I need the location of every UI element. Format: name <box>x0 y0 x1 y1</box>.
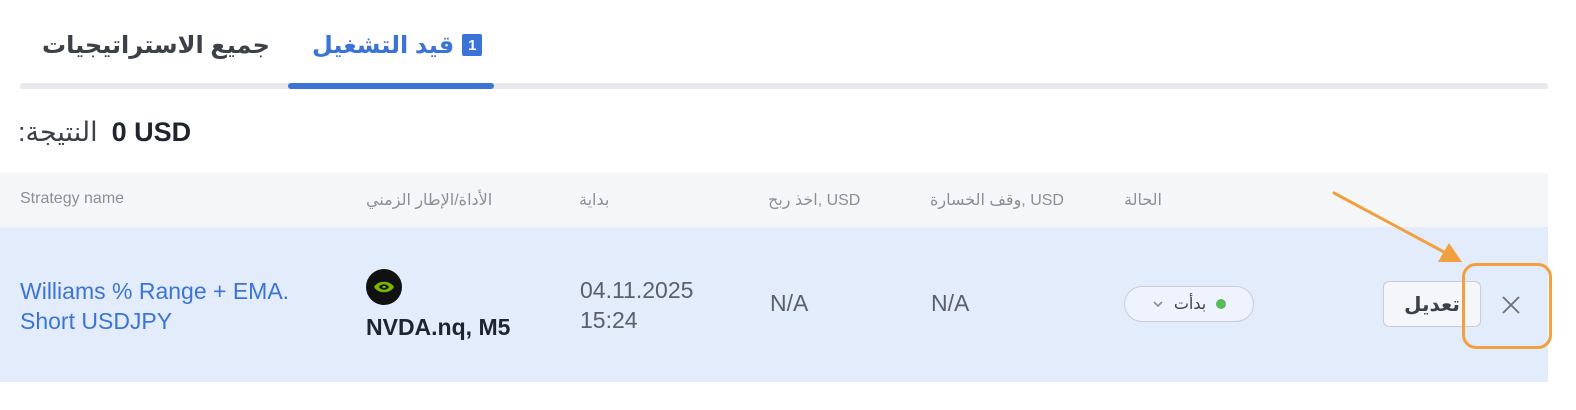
tab-all-strategies[interactable]: جميع الاستراتيجيات <box>42 22 270 68</box>
start-time: 15:24 <box>580 307 638 333</box>
instrument-timeframe: NVDA.nq, M5 <box>366 314 511 340</box>
instrument-cell: NVDA.nq, M5 <box>366 269 510 341</box>
active-tab-indicator <box>288 83 494 89</box>
strategy-name-link[interactable]: Williams % Range + EMA. Short USDJPY <box>20 276 320 336</box>
header-start: بداية <box>579 192 610 209</box>
strategy-tabs: جميع الاستراتيجيات قيد التشغيل 1 <box>20 0 1548 90</box>
status-label: بدأت <box>1173 296 1207 313</box>
chevron-down-icon <box>1153 301 1163 308</box>
result-label: النتيجة: <box>18 116 98 147</box>
stop-loss-value: N/A <box>931 290 970 316</box>
status-dot-icon <box>1216 299 1227 309</box>
header-instrument: الأداة/الإطار الزمني <box>366 192 493 209</box>
header-take-profit: اخذ ربح, USD <box>768 192 861 209</box>
table-row: Williams % Range + EMA. Short USDJPY NVD… <box>0 227 1548 382</box>
tabs-rail <box>20 83 1548 89</box>
result-summary: النتيجة: 0 USD <box>18 112 191 152</box>
header-status: الحالة <box>1124 192 1162 209</box>
table-header: Strategy name الأداة/الإطار الزمني بداية… <box>0 173 1548 227</box>
tab-all-strategies-label: جميع الاستراتيجيات <box>42 31 270 59</box>
header-strategy-name: Strategy name <box>20 190 125 207</box>
take-profit-value: N/A <box>770 290 809 316</box>
start-datetime: 04.11.2025 15:24 <box>580 275 693 335</box>
result-value: 0 USD <box>111 116 192 147</box>
tab-running[interactable]: قيد التشغيل 1 <box>312 22 483 68</box>
strategies-page: جميع الاستراتيجيات قيد التشغيل 1 النتيجة… <box>0 0 1576 410</box>
tab-running-label: قيد التشغيل <box>312 31 455 59</box>
annotation-highlight-box <box>1462 263 1552 349</box>
status-dropdown[interactable]: بدأت <box>1124 286 1254 322</box>
nvidia-logo-icon <box>366 269 402 305</box>
running-count-badge: 1 <box>462 34 483 56</box>
header-stop-loss: وقف الخسارة, USD <box>930 192 1064 209</box>
start-date: 04.11.2025 <box>580 277 694 303</box>
